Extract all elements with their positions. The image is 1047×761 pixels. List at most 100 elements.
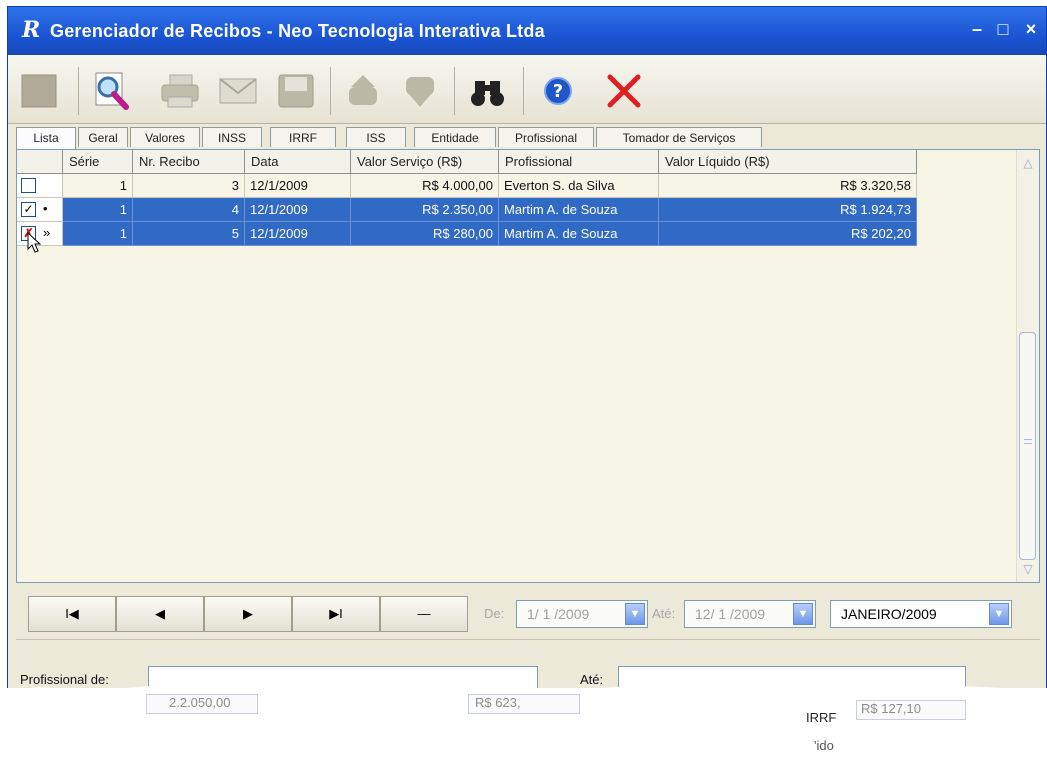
row-checkbox-cell: ✗ » xyxy=(17,222,63,253)
cell-profissional: Martim A. de Souza xyxy=(499,222,659,246)
download-icon xyxy=(406,77,434,107)
delete-x-icon xyxy=(607,74,641,108)
svg-text:?: ? xyxy=(553,81,563,102)
printer-icon xyxy=(161,74,199,108)
header-checkbox-column xyxy=(17,150,63,174)
tab-lista[interactable]: Lista xyxy=(16,127,76,149)
row-checkbox[interactable] xyxy=(21,178,36,193)
row-checkbox[interactable]: ✓ xyxy=(21,202,36,217)
search-button[interactable] xyxy=(466,69,510,113)
next-record-button[interactable]: ▶ xyxy=(204,596,292,632)
main-window: R Gerenciador de Recibos - Neo Tecnologi… xyxy=(7,6,1047,706)
date-to-value: 12/ 1 /2009 xyxy=(695,606,766,622)
save-button[interactable] xyxy=(274,69,318,113)
irrf-value-field: R$ 127,10 xyxy=(856,700,966,720)
app-logo-icon: R xyxy=(22,17,41,43)
tab-entidade[interactable]: Entidade xyxy=(414,127,496,147)
navigation-bar: I◀ ◀ ▶ ▶I — De: 1/ 1 /2009 ▼ Até: 12/ 1 … xyxy=(16,592,1040,638)
cell-data: 12/1/2009 xyxy=(245,198,351,222)
delete-button[interactable] xyxy=(602,69,646,113)
tab-inss[interactable]: INSS xyxy=(202,127,262,147)
header-profissional[interactable]: Profissional xyxy=(499,150,659,174)
partial-value-field: R$ 623, xyxy=(468,694,580,714)
date-from-field[interactable]: 1/ 1 /2009 ▼ xyxy=(516,600,648,628)
row-current-marker: • xyxy=(43,201,48,216)
email-button[interactable] xyxy=(216,69,260,113)
chevron-down-icon[interactable]: ▼ xyxy=(793,603,813,625)
mouse-pointer-icon xyxy=(27,232,42,253)
scroll-up-icon[interactable]: △ xyxy=(1019,154,1037,172)
date-from-value: 1/ 1 /2009 xyxy=(527,606,590,622)
maximize-button[interactable]: □ xyxy=(992,19,1014,41)
new-record-button[interactable] xyxy=(18,69,62,113)
upload-button[interactable] xyxy=(341,69,385,113)
cell-data: 12/1/2009 xyxy=(245,222,351,246)
previous-record-button[interactable]: ◀ xyxy=(116,596,204,632)
cell-valor-liquido: R$ 1.924,73 xyxy=(659,198,917,222)
cell-profissional: Everton S. da Silva xyxy=(499,174,659,198)
scroll-thumb[interactable] xyxy=(1019,332,1036,560)
cell-profissional: Martim A. de Souza xyxy=(499,198,659,222)
window-title: Gerenciador de Recibos - Neo Tecnologia … xyxy=(50,21,545,41)
header-valor-liquido[interactable]: Valor Líquido (R$) xyxy=(659,150,917,174)
date-from-label: De: xyxy=(484,606,505,621)
delete-record-button[interactable]: — xyxy=(380,596,468,632)
tab-tomador-de-servicos[interactable]: Tomador de Serviços xyxy=(596,127,762,147)
preview-button[interactable] xyxy=(88,69,132,113)
cell-data: 12/1/2009 xyxy=(245,174,351,198)
tab-irrf[interactable]: IRRF xyxy=(270,127,336,147)
toolbar: ? xyxy=(8,55,1046,124)
row-checkbox-cell: ✓ • xyxy=(17,198,63,222)
print-button[interactable] xyxy=(158,69,202,113)
save-disk-icon xyxy=(278,74,314,108)
cell-nr-recibo: 3 xyxy=(133,174,245,198)
header-nr-recibo[interactable]: Nr. Recibo xyxy=(133,150,245,174)
vertical-scrollbar[interactable]: △ ▽ xyxy=(1016,150,1039,582)
irrf-label: IRRF xyxy=(806,710,837,725)
help-button[interactable]: ? xyxy=(536,69,580,113)
tab-valores[interactable]: Valores xyxy=(130,127,200,147)
partial-footer-text: 'ido xyxy=(814,738,834,753)
preview-magnifier-icon xyxy=(95,72,129,110)
cell-nr-recibo: 4 xyxy=(133,198,245,222)
scroll-down-icon[interactable]: ▽ xyxy=(1019,560,1037,578)
binoculars-icon xyxy=(471,81,504,106)
tab-iss[interactable]: ISS xyxy=(346,127,406,147)
cell-valor-servico: R$ 2.350,00 xyxy=(351,198,499,222)
help-icon: ? xyxy=(544,77,572,105)
date-to-field[interactable]: 12/ 1 /2009 ▼ xyxy=(684,600,816,628)
header-data[interactable]: Data xyxy=(245,150,351,174)
row-current-marker: » xyxy=(43,225,51,240)
email-envelope-icon xyxy=(219,78,257,104)
partial-value-field: 2.2.050,00 xyxy=(146,694,258,714)
last-record-button[interactable]: ▶I xyxy=(292,596,380,632)
irrf-value-text: R$ 127,10 xyxy=(861,701,921,716)
cell-serie: 1 xyxy=(63,222,133,246)
cell-valor-servico: R$ 4.000,00 xyxy=(351,174,499,198)
upload-icon xyxy=(349,75,377,105)
period-select[interactable]: JANEIRO/2009 ▼ xyxy=(830,600,1012,628)
tab-geral[interactable]: Geral xyxy=(78,127,128,147)
close-button[interactable]: × xyxy=(1020,19,1042,41)
download-button[interactable] xyxy=(398,69,442,113)
new-record-icon xyxy=(21,74,57,108)
header-serie[interactable]: Série xyxy=(63,150,133,174)
header-valor-servico[interactable]: Valor Serviço (R$) xyxy=(351,150,499,174)
receipts-grid[interactable]: Série Nr. Recibo Data Valor Serviço (R$)… xyxy=(16,149,1040,583)
torn-paper-overlay: 2.2.050,00 R$ 623, IRRF R$ 127,10 'ido xyxy=(0,685,1047,761)
toolbar-separator xyxy=(330,67,331,115)
cell-valor-liquido: R$ 3.320,58 xyxy=(659,174,917,198)
row-checkbox-cell xyxy=(17,174,63,198)
minimize-button[interactable]: – xyxy=(966,19,988,41)
cell-valor-liquido: R$ 202,20 xyxy=(659,222,917,246)
toolbar-separator xyxy=(454,67,455,115)
cell-nr-recibo: 5 xyxy=(133,222,245,246)
first-record-button[interactable]: I◀ xyxy=(28,596,116,632)
cell-valor-servico: R$ 280,00 xyxy=(351,222,499,246)
title-bar[interactable]: R Gerenciador de Recibos - Neo Tecnologi… xyxy=(8,7,1046,55)
chevron-down-icon[interactable]: ▼ xyxy=(625,603,645,625)
chevron-down-icon[interactable]: ▼ xyxy=(989,603,1009,625)
cell-serie: 1 xyxy=(63,174,133,198)
toolbar-separator xyxy=(523,67,524,115)
tab-profissional[interactable]: Profissional xyxy=(498,127,594,147)
